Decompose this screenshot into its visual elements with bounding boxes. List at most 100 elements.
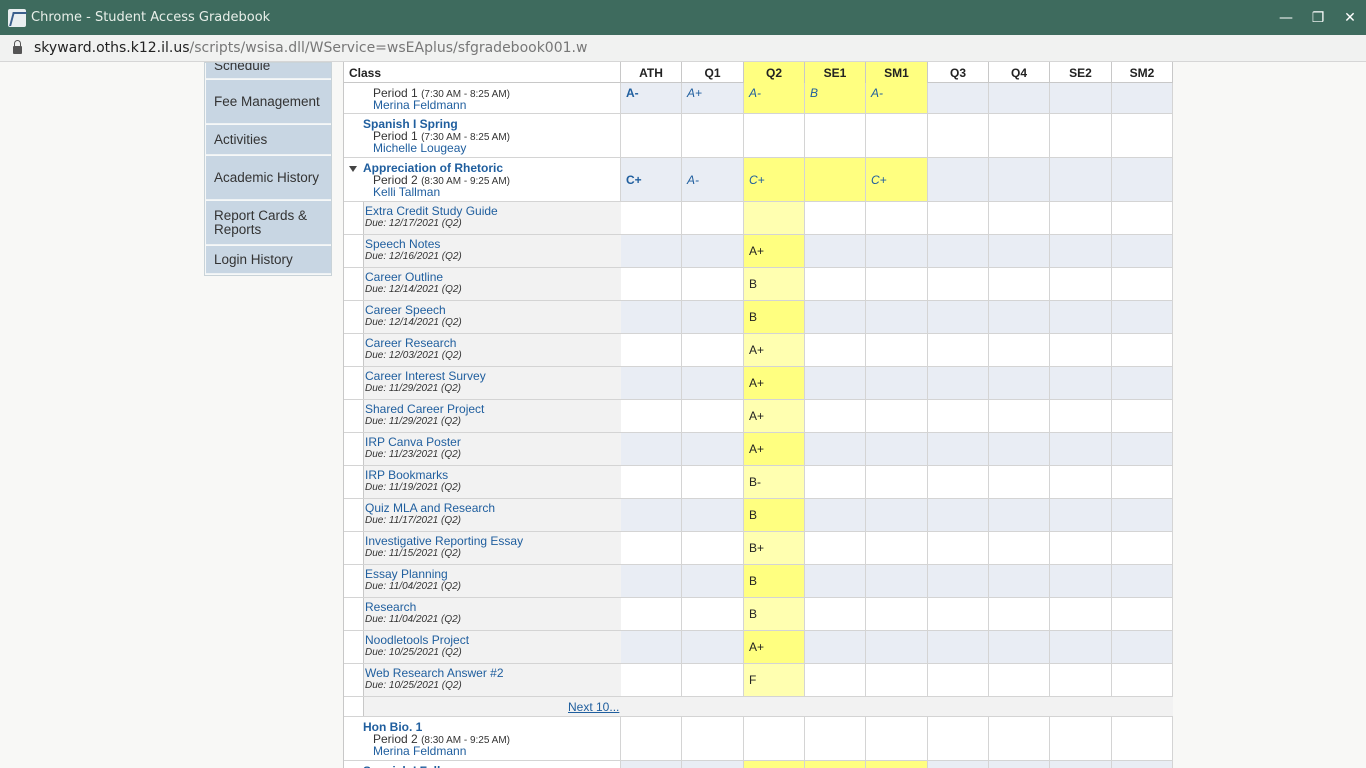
assignment-name-link[interactable]: Investigative Reporting Essay [365, 534, 523, 548]
grade-q1[interactable]: A- [687, 173, 699, 187]
assignment-name-link[interactable]: Career Research [365, 336, 456, 350]
sidebar-item-activities[interactable]: Activities [206, 125, 331, 155]
col-header-sm1[interactable]: SM1 [866, 62, 928, 83]
grade-cell-se2 [1050, 631, 1112, 663]
grade-cell-q1 [682, 532, 744, 564]
col-header-class[interactable]: Class [344, 62, 621, 83]
grade-cell-se1 [805, 334, 866, 366]
address-bar[interactable]: skyward.oths.k12.il.us/scripts/wsisa.dll… [0, 35, 1366, 62]
col-header-q2[interactable]: Q2 [744, 62, 805, 83]
assignment-grade-q2[interactable]: A+ [749, 640, 764, 654]
assignment-grade-q2[interactable]: A+ [749, 409, 764, 423]
grade-q2[interactable]: A- [749, 86, 761, 100]
assignment-grade-q2[interactable]: A+ [749, 343, 764, 357]
assignment-grade-q2[interactable]: B [749, 277, 757, 291]
assignment-grade-q2[interactable]: A+ [749, 442, 764, 456]
teacher-link[interactable]: Merina Feldmann [373, 98, 466, 112]
sidebar-item-report-cards[interactable]: Report Cards & Reports [206, 201, 331, 245]
pagination-row: Next 10... [344, 697, 1173, 717]
grade-cell-se2 [1050, 268, 1112, 300]
assignment-grade-q2[interactable]: A+ [749, 244, 764, 258]
grade-cell-q4 [989, 301, 1050, 333]
due-date: 10/25/2021 [388, 647, 439, 658]
col-header-q4[interactable]: Q4 [989, 62, 1050, 83]
sidebar-item-academic-history[interactable]: Academic History [206, 156, 331, 200]
teacher-link[interactable]: Michelle Lougeay [373, 141, 466, 155]
minimize-icon[interactable]: — [1270, 0, 1302, 35]
col-header-q1[interactable]: Q1 [682, 62, 744, 83]
col-header-ath[interactable]: ATH [621, 62, 682, 83]
grade-cell-sm2 [1112, 158, 1173, 201]
assignment-name-link[interactable]: IRP Canva Poster [365, 435, 461, 449]
grade-cell-se2 [1050, 158, 1112, 201]
assignment-grade-q2[interactable]: A+ [749, 376, 764, 390]
assignment-name-link[interactable]: Noodletools Project [365, 633, 469, 647]
grade-ath[interactable]: C+ [626, 173, 642, 187]
grade-q1[interactable]: A+ [687, 86, 702, 100]
due-date: 11/15/2021 [388, 548, 439, 559]
assignment-name-link[interactable]: Shared Career Project [365, 402, 484, 416]
sidebar-item-schedule[interactable]: Schedule [206, 63, 331, 79]
assignment-name-link[interactable]: Career Outline [365, 270, 443, 284]
assignment-row: Career Interest Survey Due: 11/29/2021 (Q… [344, 367, 1173, 400]
assignment-name-link[interactable]: Career Speech [365, 303, 446, 317]
col-header-sm2[interactable]: SM2 [1112, 62, 1173, 83]
grade-cell-q4 [989, 598, 1050, 630]
assignment-name-link[interactable]: Speech Notes [365, 237, 440, 251]
assignment-name-link[interactable]: Essay Planning [365, 567, 448, 581]
close-icon[interactable]: ✕ [1334, 0, 1366, 35]
class-row: Period 1 (7:30 AM - 8:25 AM) Merina Feldm… [344, 83, 1173, 114]
grade-cell-sm2 [1112, 367, 1173, 399]
assignment-name-link[interactable]: IRP Bookmarks [365, 468, 448, 482]
url-host: skyward.oths.k12.il.us [34, 40, 190, 56]
assignment-grade-q2[interactable]: B+ [749, 541, 764, 555]
assignment-name-link[interactable]: Extra Credit Study Guide [365, 204, 498, 218]
due-term: (Q2) [441, 482, 461, 493]
assignment-due: Due: 12/14/2021 (Q2) [365, 317, 462, 328]
grade-q2[interactable]: C+ [749, 173, 765, 187]
grade-cell-ath [621, 499, 682, 531]
assignment-grade-q2[interactable]: B [749, 310, 757, 324]
grade-cell-sm2 [1112, 202, 1173, 234]
assignment-name-link[interactable]: Quiz MLA and Research [365, 501, 495, 515]
expand-toggle-icon[interactable] [349, 166, 357, 172]
col-header-se1[interactable]: SE1 [805, 62, 866, 83]
sidebar-item-fee-management[interactable]: Fee Management [206, 80, 331, 124]
next-10-link[interactable]: Next 10... [568, 700, 619, 714]
grade-sm1[interactable]: C+ [871, 173, 887, 187]
assignment-name-link[interactable]: Web Research Answer #2 [365, 666, 504, 680]
grade-ath[interactable]: A- [626, 86, 639, 100]
grade-cell-sm1 [866, 301, 928, 333]
assignment-name-link[interactable]: Research [365, 600, 416, 614]
col-header-se2[interactable]: SE2 [1050, 62, 1112, 83]
assignment-name-link[interactable]: Career Interest Survey [365, 369, 486, 383]
grade-cell-q4 [989, 717, 1050, 760]
teacher-link[interactable]: Kelli Tallman [373, 185, 440, 199]
assignment-due: Due: 11/29/2021 (Q2) [365, 416, 461, 427]
assignment-grade-q2[interactable]: F [749, 673, 756, 687]
sidebar-item-label: Activities [214, 131, 268, 147]
assignment-grade-q2[interactable]: B [749, 607, 757, 621]
grade-cell-sm2 [1112, 499, 1173, 531]
grade-sm1[interactable]: A- [871, 86, 883, 100]
skyward-app-icon [8, 8, 26, 27]
class-name-link[interactable]: Spanish I Fall [363, 764, 440, 768]
grade-cell-se1 [805, 301, 866, 333]
sidebar-item-login-history[interactable]: Login History [206, 246, 331, 274]
grade-cell-se1 [805, 598, 866, 630]
assignment-grade-q2[interactable]: B- [749, 475, 761, 489]
assignment-due: Due: 11/29/2021 (Q2) [365, 383, 461, 394]
col-header-q3[interactable]: Q3 [928, 62, 989, 83]
grade-se1[interactable]: B [810, 86, 818, 100]
grade-cell-ath [621, 202, 682, 234]
grade-cell-sm2 [1112, 664, 1173, 696]
teacher-link[interactable]: Merina Feldmann [373, 744, 466, 758]
assignment-grade-q2[interactable]: B [749, 508, 757, 522]
grade-cell-ath [621, 235, 682, 267]
grade-cell-sm1 [866, 400, 928, 432]
restore-icon[interactable]: ❐ [1302, 0, 1334, 35]
assignment-grade-q2[interactable]: B [749, 574, 757, 588]
due-label: Due: [365, 251, 387, 262]
due-label: Due: [365, 614, 387, 625]
grade-cell-ath [621, 114, 682, 157]
